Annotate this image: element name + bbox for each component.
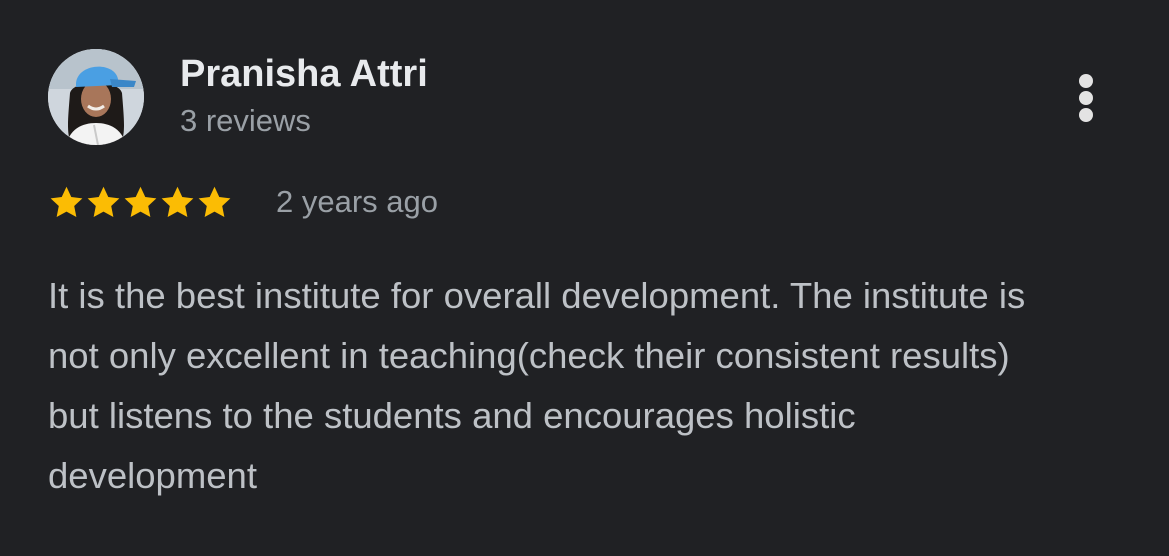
star-rating	[48, 184, 233, 224]
star-icon	[50, 186, 83, 217]
review-time: 2 years ago	[276, 184, 438, 219]
star-icon	[124, 186, 157, 217]
more-vert-icon	[1079, 74, 1093, 88]
review-text: It is the best institute for overall dev…	[48, 275, 1026, 496]
avatar-photo	[48, 49, 144, 145]
more-vert-icon-dot	[1079, 108, 1093, 122]
more-options-button[interactable]	[1066, 66, 1106, 130]
author-name[interactable]: Pranisha Attri	[180, 52, 428, 96]
more-vert-icon-dot	[1079, 91, 1093, 105]
star-icon	[87, 186, 120, 217]
author-review-count[interactable]: 3 reviews	[180, 103, 311, 139]
star-icon	[198, 186, 231, 217]
star-icon	[161, 186, 194, 217]
avatar[interactable]	[48, 49, 144, 145]
review-card: Pranisha Attri 3 reviews 2 years ago It …	[0, 0, 1169, 556]
